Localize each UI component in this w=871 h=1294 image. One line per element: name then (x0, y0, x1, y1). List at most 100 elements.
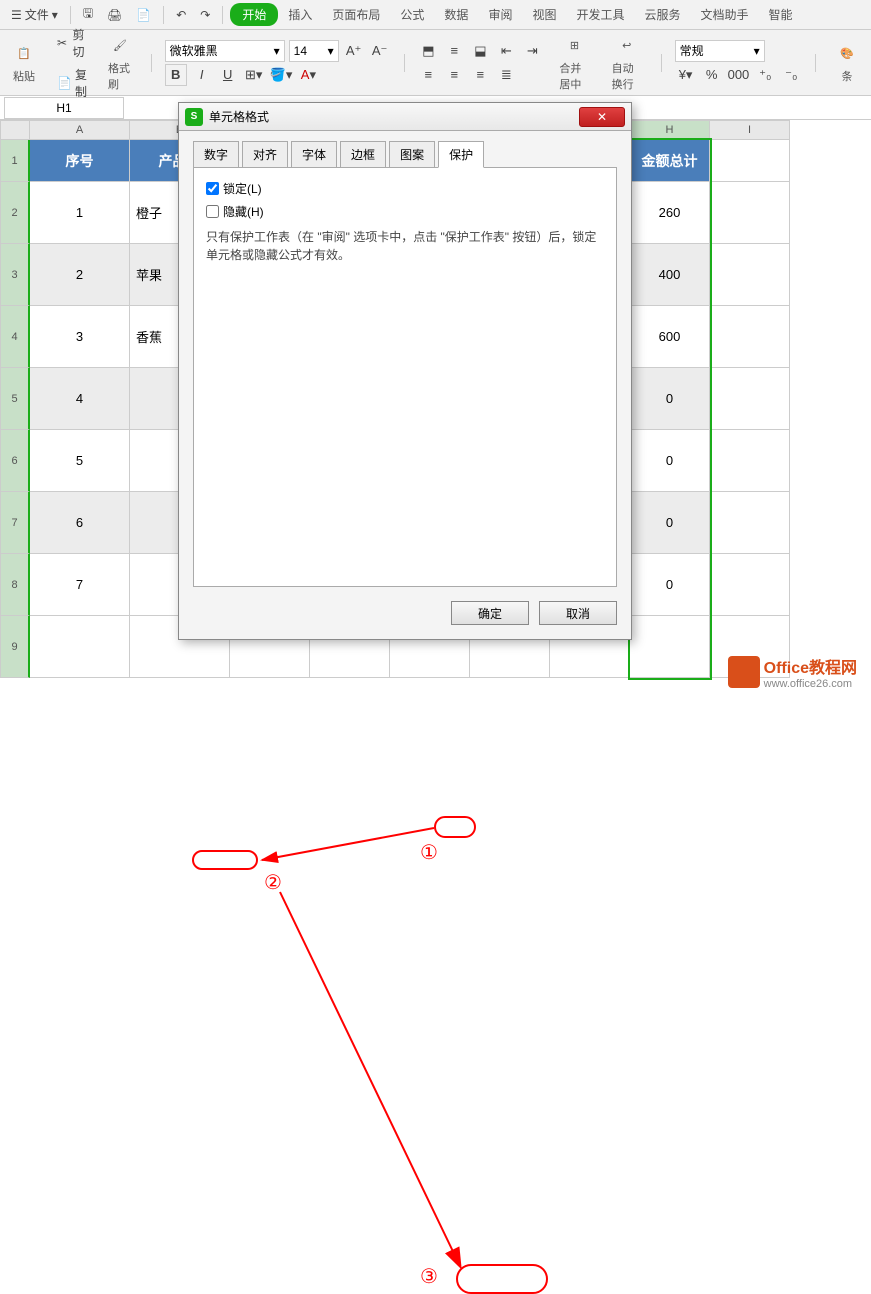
tab-doc[interactable]: 文档助手 (691, 2, 759, 27)
col-header-I[interactable]: I (710, 120, 790, 140)
tab-start[interactable]: 开始 (230, 3, 278, 26)
cell[interactable]: 1 (30, 182, 130, 244)
bold-button[interactable]: B (165, 64, 187, 86)
cell[interactable]: 3 (30, 306, 130, 368)
cell[interactable] (710, 554, 790, 616)
redo-icon[interactable]: ↷ (195, 6, 215, 24)
file-menu[interactable]: ☰ 文件 ▾ (6, 4, 63, 25)
valign-mid-button[interactable]: ≡ (443, 40, 465, 62)
cancel-button[interactable]: 取消 (539, 601, 617, 625)
currency-button[interactable]: ¥▾ (675, 64, 697, 86)
tab-number[interactable]: 数字 (193, 141, 239, 168)
print-icon[interactable]: 🖨 (102, 6, 127, 24)
col-header-H[interactable]: H (630, 120, 710, 140)
row-header-6[interactable]: 6 (0, 430, 30, 492)
row-header-9[interactable]: 9 (0, 616, 30, 678)
decrease-font-button[interactable]: A⁻ (369, 40, 391, 62)
increase-font-button[interactable]: A⁺ (343, 40, 365, 62)
cell[interactable]: 金额总计 (630, 140, 710, 182)
align-center-button[interactable]: ≡ (443, 64, 465, 86)
cell[interactable]: 0 (630, 368, 710, 430)
cell[interactable] (710, 182, 790, 244)
tab-formula[interactable]: 公式 (390, 2, 434, 27)
locked-checkbox-row[interactable]: 锁定(L) (206, 180, 604, 197)
font-size-select[interactable]: 14▾ (289, 40, 339, 62)
cell[interactable]: 2 (30, 244, 130, 306)
cell[interactable] (30, 616, 130, 678)
tab-pattern[interactable]: 图案 (389, 141, 435, 168)
cell[interactable] (710, 306, 790, 368)
merge-button[interactable]: ⊞ 合并居中 (553, 32, 595, 94)
locked-checkbox[interactable] (206, 182, 219, 195)
hidden-checkbox[interactable] (206, 205, 219, 218)
font-color-button[interactable]: A▾ (297, 64, 319, 86)
underline-button[interactable]: U (217, 64, 239, 86)
row-header-7[interactable]: 7 (0, 492, 30, 554)
tab-protect[interactable]: 保护 (438, 141, 484, 168)
valign-top-button[interactable]: ⬒ (417, 40, 439, 62)
cell[interactable]: 4 (30, 368, 130, 430)
name-box[interactable]: H1 (4, 97, 124, 119)
cell[interactable] (630, 616, 710, 678)
cell[interactable]: 5 (30, 430, 130, 492)
tab-data[interactable]: 数据 (434, 2, 478, 27)
dec-inc-button[interactable]: ⁺₀ (754, 64, 776, 86)
dec-dec-button[interactable]: ⁻₀ (780, 64, 802, 86)
cell[interactable] (710, 492, 790, 554)
indent-left-button[interactable]: ⇤ (495, 40, 517, 62)
tab-align[interactable]: 对齐 (242, 141, 288, 168)
row-header-8[interactable]: 8 (0, 554, 30, 616)
format-painter-button[interactable]: 🖌 格式刷 (102, 32, 138, 94)
cut-button[interactable]: ✂剪切 (52, 24, 92, 62)
undo-icon[interactable]: ↶ (171, 6, 191, 24)
hidden-checkbox-row[interactable]: 隐藏(H) (206, 203, 604, 220)
style-button[interactable]: 🎨 条 (829, 40, 865, 86)
tab-review[interactable]: 审阅 (478, 2, 522, 27)
cell[interactable] (710, 430, 790, 492)
select-all-corner[interactable] (0, 120, 30, 140)
font-name-select[interactable]: 微软雅黑▾ (165, 40, 285, 62)
tab-font[interactable]: 字体 (291, 141, 337, 168)
cell[interactable]: 260 (630, 182, 710, 244)
border-button[interactable]: ⊞▾ (243, 64, 265, 86)
tab-smart[interactable]: 智能 (759, 2, 803, 27)
row-header-5[interactable]: 5 (0, 368, 30, 430)
cell[interactable] (710, 368, 790, 430)
ok-button[interactable]: 确定 (451, 601, 529, 625)
percent-button[interactable]: % (701, 64, 723, 86)
tab-insert[interactable]: 插入 (278, 2, 322, 27)
tab-border[interactable]: 边框 (340, 141, 386, 168)
valign-bot-button[interactable]: ⬓ (469, 40, 491, 62)
cell[interactable] (710, 140, 790, 182)
tab-layout[interactable]: 页面布局 (322, 2, 390, 27)
dialog-titlebar[interactable]: S 单元格格式 ✕ (179, 103, 631, 131)
comma-button[interactable]: 000 (727, 64, 751, 86)
cell[interactable]: 0 (630, 430, 710, 492)
number-format-select[interactable]: 常规▾ (675, 40, 765, 62)
cell[interactable]: 6 (30, 492, 130, 554)
indent-right-button[interactable]: ⇥ (521, 40, 543, 62)
row-header-1[interactable]: 1 (0, 140, 30, 182)
preview-icon[interactable]: 📄 (131, 6, 156, 24)
italic-button[interactable]: I (191, 64, 213, 86)
col-header-A[interactable]: A (30, 120, 130, 140)
row-header-2[interactable]: 2 (0, 182, 30, 244)
paste-button[interactable]: 📋 粘贴 (6, 40, 42, 86)
wrap-button[interactable]: ↩ 自动换行 (606, 32, 648, 94)
cell[interactable]: 400 (630, 244, 710, 306)
tab-view[interactable]: 视图 (522, 2, 566, 27)
row-header-3[interactable]: 3 (0, 244, 30, 306)
cell[interactable] (710, 244, 790, 306)
fill-color-button[interactable]: 🪣▾ (269, 64, 294, 86)
row-header-4[interactable]: 4 (0, 306, 30, 368)
tab-cloud[interactable]: 云服务 (634, 2, 690, 27)
align-right-button[interactable]: ≡ (469, 64, 491, 86)
cell[interactable]: 序号 (30, 140, 130, 182)
tab-dev[interactable]: 开发工具 (566, 2, 634, 27)
cell[interactable]: 0 (630, 554, 710, 616)
close-button[interactable]: ✕ (579, 107, 625, 127)
distribute-button[interactable]: ≣ (495, 64, 517, 86)
cell[interactable]: 0 (630, 492, 710, 554)
cell[interactable]: 600 (630, 306, 710, 368)
align-left-button[interactable]: ≡ (417, 64, 439, 86)
